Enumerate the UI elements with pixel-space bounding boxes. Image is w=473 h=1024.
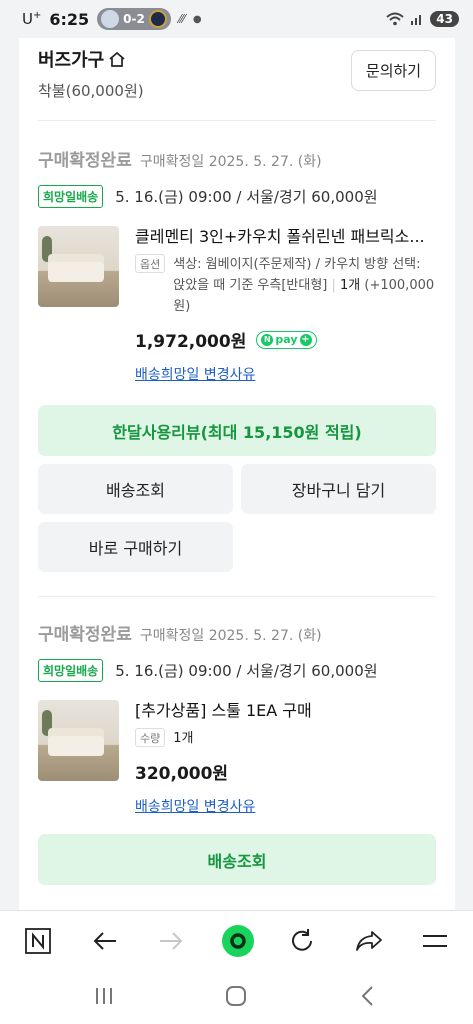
delivery-info: 5. 16.(금) 09:00 / 서울/경기 60,000원 [115, 187, 378, 206]
monthly-review-button[interactable]: 한달사용리뷰(최대 15,150원 적립) [38, 405, 436, 456]
add-to-cart-button[interactable]: 장바구니 담기 [241, 464, 436, 514]
seller-header: 버즈가구 착불(60,000원) 문의하기 [38, 46, 436, 116]
quantity-text: 1개 [173, 731, 194, 746]
back-arrow-icon[interactable] [89, 925, 121, 957]
product-price: 320,000원 [135, 764, 229, 784]
naver-n-icon: N [261, 333, 274, 346]
system-navigation-bar [0, 970, 473, 1024]
option-tag: 옵션 [135, 254, 166, 273]
reload-icon[interactable] [286, 925, 318, 957]
order-status: 구매확정완료 [38, 625, 132, 645]
more-notifications-dot-icon: ● [192, 13, 202, 25]
plus-icon: + [299, 333, 312, 346]
product-name[interactable]: 클레멘티 3인+카우치 폴쉬린넨 패브릭소... [135, 226, 436, 248]
score-text: 0-2 [123, 12, 145, 26]
order-status: 구매확정완료 [38, 151, 132, 171]
team-logo-icon [148, 10, 167, 28]
order-item: 구매확정완료 구매확정일 2025. 5. 27. (화) 희망일배송 5. 1… [38, 146, 436, 384]
notification-icon: ⁄⁄⁄ [178, 12, 185, 26]
divider [38, 596, 436, 597]
back-icon[interactable] [352, 980, 384, 1012]
product-row[interactable]: [추가상품] 스툴 1EA 구매 수량 1개 320,000원 배송희망일 변경… [38, 700, 436, 816]
wifi-icon [386, 12, 404, 26]
live-score-pill: 0-2 [97, 8, 171, 30]
divider [38, 120, 436, 121]
product-row[interactable]: 클레멘티 3인+카우치 폴쉬린넨 패브릭소... 옵션 색상: 웜베이지(주문제… [38, 226, 436, 384]
battery-icon: 43 [430, 11, 459, 27]
home-icon [109, 51, 125, 67]
share-icon[interactable] [353, 925, 385, 957]
inquiry-button[interactable]: 문의하기 [351, 50, 436, 91]
product-thumbnail[interactable] [38, 226, 119, 307]
product-price: 1,972,000원 [135, 332, 247, 352]
track-delivery-button[interactable]: 배송조회 [38, 834, 436, 885]
forward-arrow-icon[interactable] [155, 925, 187, 957]
seller-name-text: 버즈가구 [38, 50, 105, 71]
delivery-badge: 희망일배송 [38, 184, 104, 208]
home-dot-icon[interactable] [220, 923, 256, 959]
signal-icon [411, 15, 422, 25]
carrier-label: U+ [22, 10, 42, 28]
change-reason-link[interactable]: 배송희망일 변경사유 [135, 796, 255, 816]
menu-icon[interactable] [419, 925, 451, 957]
order-card: 버즈가구 착불(60,000원) 문의하기 구매확정완료 구매확정일 2025.… [19, 38, 455, 910]
status-bar: U+ 6:25 0-2 ⁄⁄⁄ ● 43 [0, 0, 473, 38]
buy-now-button[interactable]: 바로 구매하기 [38, 522, 233, 572]
npay-badge: Npay + [256, 330, 317, 349]
confirm-date: 구매확정일 2025. 5. 27. (화) [139, 628, 322, 644]
browser-toolbar [0, 910, 473, 970]
home-icon[interactable] [220, 980, 252, 1012]
option-text: 색상: 웜베이지(주문제작) / 카우치 방향 선택: 앉았을 때 기준 우측[… [173, 257, 435, 314]
recent-apps-icon[interactable] [88, 980, 120, 1012]
team-logo-icon [101, 10, 120, 28]
confirm-date: 구매확정일 2025. 5. 27. (화) [139, 154, 322, 170]
change-reason-link[interactable]: 배송희망일 변경사유 [135, 364, 255, 384]
product-name[interactable]: [추가상품] 스툴 1EA 구매 [135, 700, 436, 722]
delivery-badge: 희망일배송 [38, 658, 104, 682]
naver-n-icon[interactable] [22, 925, 54, 957]
order-item: 구매확정완료 구매확정일 2025. 5. 27. (화) 희망일배송 5. 1… [38, 620, 436, 816]
product-thumbnail[interactable] [38, 700, 119, 781]
track-delivery-button[interactable]: 배송조회 [38, 464, 233, 514]
status-time: 6:25 [49, 9, 90, 29]
delivery-info: 5. 16.(금) 09:00 / 서울/경기 60,000원 [115, 661, 378, 680]
quantity-tag: 수량 [135, 728, 166, 747]
